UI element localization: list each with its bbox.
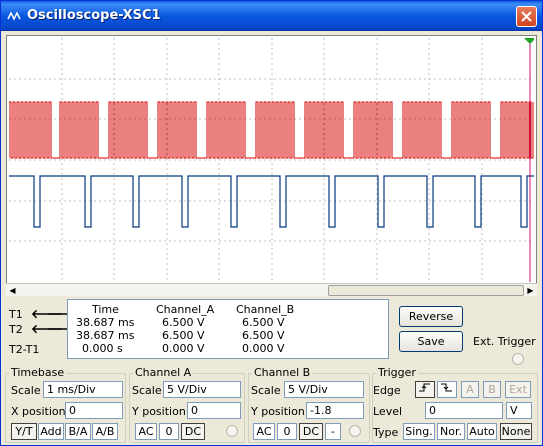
trigger-type-single-button[interactable]: Sing.: [403, 423, 435, 440]
trigger-source-ext-button[interactable]: Ext: [505, 381, 531, 398]
trigger-source-b-button[interactable]: B: [483, 381, 501, 398]
timebase-title: Timebase: [9, 366, 67, 379]
trigger-level-unit[interactable]: V: [506, 402, 532, 419]
readout-t1-a: 6.500 V: [162, 316, 205, 329]
oscilloscope-window: Oscilloscope-XSC1 ◀ ▶ T1 🡐 🡒 T2 🡐 🡒 T2-T…: [0, 0, 543, 446]
t1-right-arrow-icon[interactable]: 🡒: [47, 308, 79, 321]
channel-a-zero-button[interactable]: 0: [159, 423, 179, 440]
mode-yt-button[interactable]: Y/T: [11, 423, 37, 440]
channel-a-scale-field[interactable]: 5 V/Div: [163, 381, 241, 398]
timebase-scale-field[interactable]: 1 ms/Div: [43, 381, 123, 398]
channel-b-dc-button[interactable]: DC: [299, 423, 323, 440]
channel-b-scale-label: Scale: [251, 384, 281, 397]
channel-b-terminal[interactable]: [349, 425, 361, 437]
scroll-thumb[interactable]: [328, 285, 524, 296]
close-button[interactable]: [516, 6, 537, 27]
trigger-source-a-button[interactable]: A: [461, 381, 479, 398]
channel-a-dc-button[interactable]: DC: [181, 423, 205, 440]
readout-diff-time: 0.000 s: [82, 342, 123, 355]
channel-b-ypos-field[interactable]: -1.8: [306, 402, 364, 419]
channel-a-ac-button[interactable]: AC: [135, 423, 157, 440]
readout-t1-b: 6.500 V: [242, 316, 285, 329]
cursor-controls: T1 🡐 🡒 T2 🡐 🡒 T2-T1: [9, 303, 79, 359]
channel-a-terminal[interactable]: [226, 425, 238, 437]
window-title: Oscilloscope-XSC1: [27, 8, 161, 23]
trigger-type-auto-button[interactable]: Auto: [467, 423, 497, 440]
t2-label: T2: [9, 323, 23, 336]
readout-t2-a: 6.500 V: [162, 329, 205, 342]
channel-b-ac-button[interactable]: AC: [253, 423, 275, 440]
scroll-left-icon[interactable]: ◀: [6, 284, 19, 297]
trigger-type-normal-button[interactable]: Nor.: [437, 423, 465, 440]
channel-a-scale-label: Scale: [132, 384, 162, 397]
mode-ba-button[interactable]: B/A: [65, 423, 91, 440]
trigger-edge-label: Edge: [373, 384, 401, 397]
save-button[interactable]: Save: [399, 331, 463, 352]
trigger-level-field[interactable]: 0: [425, 402, 503, 419]
channel-b-title: Channel B: [252, 366, 313, 379]
t2-t1-label: T2-T1: [9, 343, 40, 356]
header-time: Time: [92, 303, 119, 316]
scroll-right-icon[interactable]: ▶: [524, 284, 537, 297]
reverse-button[interactable]: Reverse: [399, 306, 463, 327]
cursor-readout-panel: Time Channel_A Channel_B 38.687 ms 6.500…: [67, 299, 389, 359]
mode-ab-button[interactable]: A/B: [92, 423, 118, 440]
header-channel-b: Channel_B: [236, 303, 295, 316]
readout-t2-b: 6.500 V: [242, 329, 285, 342]
t1-label: T1: [9, 308, 23, 321]
channel-b-zero-button[interactable]: 0: [277, 423, 297, 440]
title-bar[interactable]: Oscilloscope-XSC1: [1, 1, 542, 31]
ext-trigger-label: Ext. Trigger: [473, 335, 536, 348]
readout-diff-a: 0.000 V: [162, 342, 205, 355]
horizontal-scrollbar[interactable]: ◀ ▶: [6, 283, 537, 296]
scope-screen: [9, 38, 534, 282]
x-position-field[interactable]: 0: [65, 402, 123, 419]
scope-display[interactable]: [6, 35, 537, 295]
readout-diff-b: 0.000 V: [242, 342, 285, 355]
falling-edge-icon[interactable]: [437, 381, 457, 398]
channel-a-ypos-field[interactable]: 0: [187, 402, 241, 419]
ext-trigger-terminal[interactable]: [512, 353, 524, 365]
readout-t2-time: 38.687 ms: [76, 329, 135, 342]
header-channel-a: Channel_A: [156, 303, 215, 316]
channel-a-ypos-label: Y position: [132, 405, 186, 418]
readout-t1-time: 38.687 ms: [76, 316, 135, 329]
oscilloscope-icon: [7, 11, 21, 21]
close-icon: [521, 11, 532, 22]
trigger-type-none-button[interactable]: None: [500, 423, 532, 440]
channel-b-ypos-label: Y position: [251, 405, 305, 418]
x-position-label: X position: [11, 405, 66, 418]
channel-b-scale-field[interactable]: 5 V/Div: [284, 381, 364, 398]
t2-left-arrow-icon[interactable]: 🡐: [31, 323, 63, 336]
timebase-scale-label: Scale: [11, 384, 41, 397]
trigger-title: Trigger: [376, 366, 418, 379]
mode-add-button[interactable]: Add: [38, 423, 64, 440]
trigger-type-label: Type: [373, 426, 399, 439]
rising-edge-icon[interactable]: [415, 381, 435, 398]
t1-left-arrow-icon[interactable]: 🡐: [31, 308, 63, 321]
t2-right-arrow-icon[interactable]: 🡒: [47, 323, 79, 336]
channel-a-title: Channel A: [133, 366, 194, 379]
trigger-level-label: Level: [373, 405, 403, 418]
channel-b-invert-button[interactable]: -: [325, 423, 341, 440]
